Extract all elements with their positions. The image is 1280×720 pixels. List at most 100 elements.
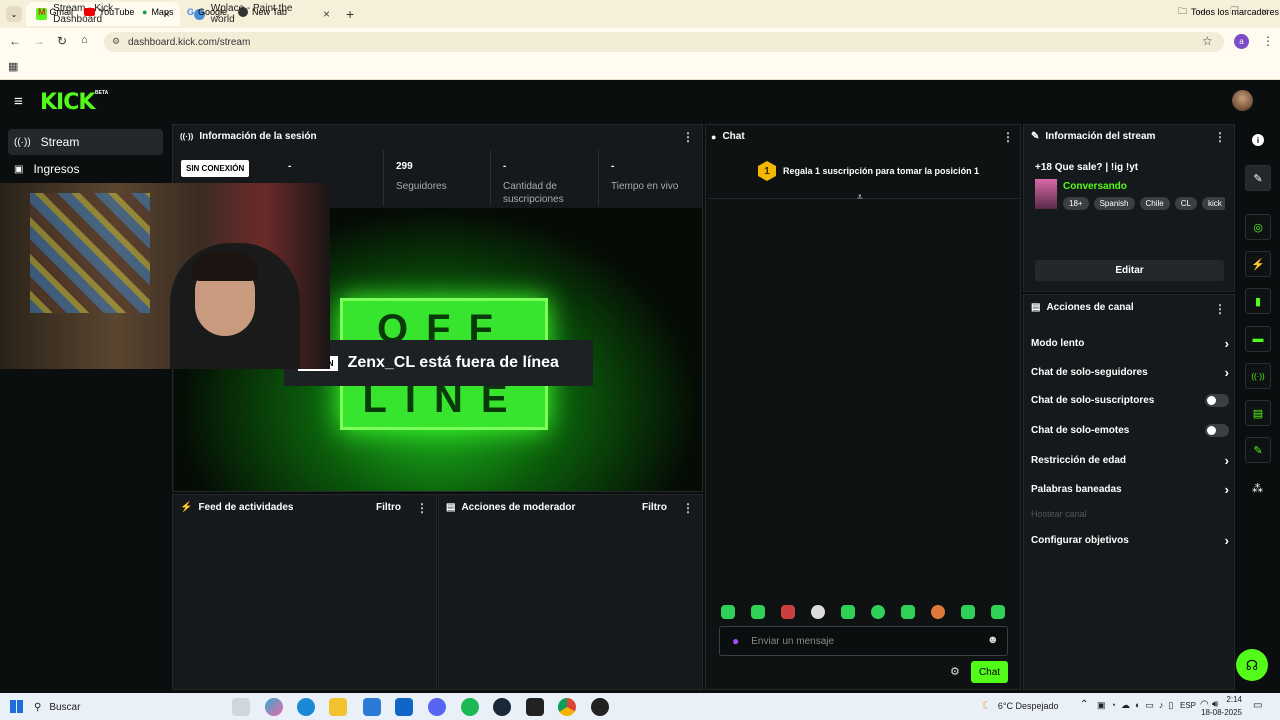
activity-menu-icon[interactable]: ⋮ xyxy=(416,501,428,515)
bolt-icon[interactable]: ⚡ xyxy=(1245,251,1271,277)
outlook-icon[interactable] xyxy=(395,698,413,716)
action-emotes-only[interactable]: Chat de solo-emotes xyxy=(1031,424,1229,437)
weather-widget[interactable]: ☾ 6°C Despejado xyxy=(982,699,1059,712)
wrench-icon[interactable]: ✎ xyxy=(1245,437,1271,463)
copilot-icon[interactable] xyxy=(265,698,283,716)
activity-filter-button[interactable]: Filtro xyxy=(376,502,401,513)
broadcast-icon[interactable]: ((·)) xyxy=(1245,363,1271,389)
emotes-only-toggle[interactable] xyxy=(1205,424,1229,437)
session-menu-icon[interactable]: ⋮ xyxy=(682,130,694,144)
home-icon[interactable]: ⌂ xyxy=(81,34,88,46)
edit-pencil-icon[interactable]: ✎ xyxy=(1245,165,1271,191)
subscribers-only-toggle[interactable] xyxy=(1205,394,1229,407)
chat-icon[interactable]: ▬ xyxy=(1245,326,1271,352)
gift-leaderboard[interactable]: 1 Regala 1 suscripción para tomar la pos… xyxy=(758,161,979,181)
discord-icon[interactable] xyxy=(428,698,446,716)
new-tab-button[interactable]: + xyxy=(346,6,354,22)
action-slow-mode[interactable]: Modo lento › xyxy=(1031,336,1229,351)
file-explorer-icon[interactable] xyxy=(329,698,347,716)
kick-logo[interactable]: KICK xyxy=(40,90,95,115)
tag[interactable]: kick xyxy=(1201,197,1225,210)
emote-icon[interactable] xyxy=(871,605,885,619)
hamburger-menu-icon[interactable]: ≡ xyxy=(14,93,23,110)
collapse-pinned-icon[interactable]: ⩡ xyxy=(857,192,863,203)
all-bookmarks[interactable]: 🗀 Todos los marcadores xyxy=(1178,4,1279,20)
emote-icon[interactable] xyxy=(811,605,825,619)
windows-start-icon[interactable] xyxy=(10,700,23,713)
emote-icon[interactable] xyxy=(841,605,855,619)
emote-icon[interactable] xyxy=(991,605,1005,619)
emote-icon[interactable] xyxy=(781,605,795,619)
tag[interactable]: Chile xyxy=(1139,197,1170,210)
emote-icon[interactable] xyxy=(901,605,915,619)
tray-icons[interactable]: ▣◔☁◐▭♪▯ xyxy=(1097,700,1178,711)
edit-stream-button[interactable]: Editar xyxy=(1035,260,1224,281)
stream-info-menu-icon[interactable]: ⋮ xyxy=(1214,130,1226,144)
tag[interactable]: 18+ xyxy=(1063,197,1089,210)
broadcast-icon: ((·)) xyxy=(180,132,194,141)
forward-icon[interactable]: → xyxy=(33,34,45,48)
close-tab-icon[interactable]: × xyxy=(323,7,330,21)
emote-icon[interactable] xyxy=(961,605,975,619)
task-view-icon[interactable] xyxy=(232,698,250,716)
steam-icon[interactable] xyxy=(493,698,511,716)
profile-avatar[interactable]: a xyxy=(1234,34,1249,49)
notes-icon[interactable]: ▮ xyxy=(1245,288,1271,314)
clock-time[interactable]: 2:14 xyxy=(1212,695,1242,704)
reload-icon[interactable]: ↻ xyxy=(57,34,67,48)
apps-grid-icon[interactable]: ▦ xyxy=(8,60,18,73)
sidebar-item-ingresos[interactable]: ▣ Ingresos xyxy=(8,156,163,182)
bookmark-youtube[interactable]: YouTube xyxy=(84,4,134,20)
site-info-icon[interactable]: ⚙ xyxy=(112,36,120,47)
webcam-overlay[interactable] xyxy=(0,183,330,369)
moderator-menu-icon[interactable]: ⋮ xyxy=(682,501,694,515)
apps-icon[interactable]: ⁂ xyxy=(1252,482,1263,495)
action-goals[interactable]: Configurar objetivos › xyxy=(1031,533,1229,548)
bookmark-star-icon[interactable]: ☆ xyxy=(1202,34,1213,48)
emote-icon[interactable] xyxy=(751,605,765,619)
user-avatar[interactable] xyxy=(1232,90,1253,111)
layout-icon[interactable]: ▤ xyxy=(1245,400,1271,426)
notifications-icon[interactable]: ▭ xyxy=(1253,700,1262,711)
chat-input[interactable]: ● Enviar un mensaje xyxy=(719,626,1008,656)
spotify-icon[interactable] xyxy=(461,698,479,716)
browser-menu-icon[interactable]: ⋮ xyxy=(1262,34,1274,48)
bookmark-new-tab[interactable]: New Tab xyxy=(238,4,287,20)
url-bar[interactable]: dashboard.kick.com/stream xyxy=(104,32,1224,52)
epic-games-icon[interactable] xyxy=(526,698,544,716)
tag[interactable]: CL xyxy=(1174,197,1197,210)
action-age-restriction[interactable]: Restricción de edad › xyxy=(1031,453,1229,468)
chat-settings-icon[interactable]: ⚙ xyxy=(950,665,960,678)
moderator-filter-button[interactable]: Filtro xyxy=(642,502,667,513)
emote-icon[interactable] xyxy=(721,605,735,619)
emoji-picker-icon[interactable]: ☻ xyxy=(987,634,999,646)
microphone-icon[interactable]: ● xyxy=(732,634,739,648)
tag[interactable]: Spanish xyxy=(1093,197,1135,210)
stat-followers: 299 Seguidores xyxy=(396,161,447,192)
action-banned-words[interactable]: Palabras baneadas › xyxy=(1031,482,1229,497)
send-chat-button[interactable]: Chat xyxy=(971,661,1008,683)
tab-list-button[interactable]: ⌄ xyxy=(6,6,22,22)
category-link[interactable]: Conversando xyxy=(1063,181,1127,192)
chrome-icon[interactable] xyxy=(558,698,576,716)
url-text: dashboard.kick.com/stream xyxy=(128,36,251,48)
channel-actions-menu-icon[interactable]: ⋮ xyxy=(1214,302,1226,316)
action-subscribers-only[interactable]: Chat de solo-suscriptores xyxy=(1031,394,1229,407)
tray-chevron-icon[interactable]: ⌃ xyxy=(1080,699,1088,710)
action-followers-only[interactable]: Chat de solo-seguidores › xyxy=(1031,365,1229,380)
clock-date[interactable]: 18-08-2025 xyxy=(1194,708,1242,717)
support-headset-icon[interactable]: ☊ xyxy=(1236,649,1268,681)
sidebar-item-stream[interactable]: ((·)) Stream xyxy=(8,129,163,155)
store-icon[interactable] xyxy=(363,698,381,716)
bookmark-maps[interactable]: ● Maps xyxy=(142,4,173,20)
info-icon[interactable]: i xyxy=(1252,134,1264,146)
moderation-icon[interactable]: ◎ xyxy=(1245,214,1271,240)
obs-icon[interactable] xyxy=(591,698,609,716)
bookmark-gmail[interactable]: M Gmail xyxy=(38,4,73,20)
edge-icon[interactable] xyxy=(297,698,315,716)
taskbar-search[interactable]: ⚲ Buscar xyxy=(34,696,224,718)
emote-icon[interactable] xyxy=(931,605,945,619)
bookmark-google[interactable]: G Google xyxy=(187,4,227,20)
chat-menu-icon[interactable]: ⋮ xyxy=(1002,130,1014,144)
back-icon[interactable]: ← xyxy=(9,34,21,48)
